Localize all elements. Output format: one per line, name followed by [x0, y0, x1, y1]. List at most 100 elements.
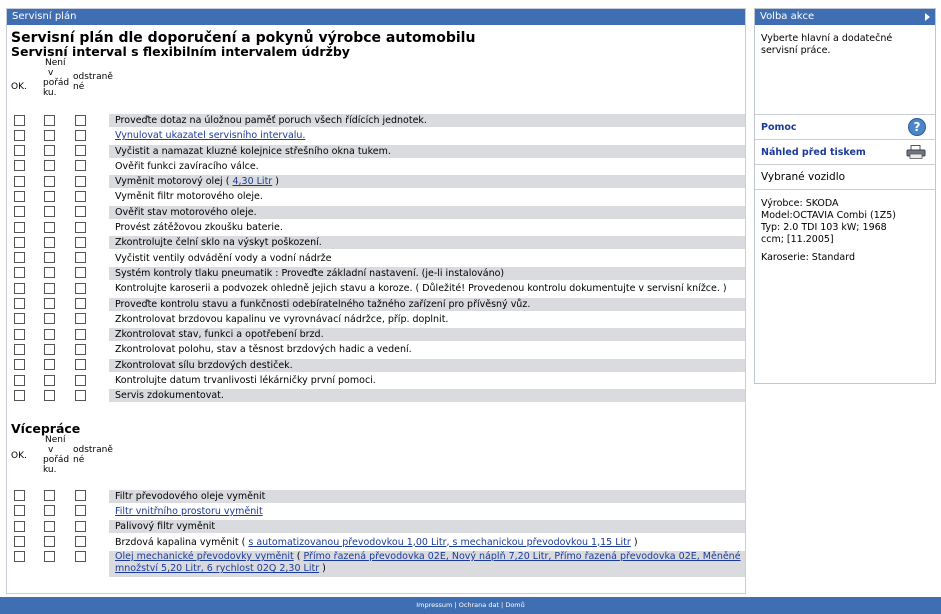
fixed-checkbox[interactable]	[75, 328, 86, 340]
ok-checkbox[interactable]	[14, 236, 25, 248]
not-ok-checkbox[interactable]	[44, 389, 55, 401]
not-ok-checkbox[interactable]	[44, 114, 55, 126]
row-label: Provést zátěžovou zkoušku baterie.	[109, 221, 745, 234]
fixed-checkbox[interactable]	[75, 221, 86, 233]
extra-work-title: Vícepráce	[11, 420, 81, 436]
not-ok-checkbox[interactable]	[44, 343, 55, 355]
fixed-checkbox[interactable]	[75, 536, 86, 548]
fixed-checkbox[interactable]	[75, 129, 86, 141]
not-ok-checkbox[interactable]	[44, 313, 55, 325]
not-ok-checkbox[interactable]	[44, 490, 55, 502]
print-icon[interactable]	[906, 145, 926, 159]
not-ok-checkbox[interactable]	[44, 206, 55, 218]
fixed-checkbox[interactable]	[75, 343, 86, 355]
help-label: Pomoc	[761, 122, 797, 133]
ok-checkbox[interactable]	[14, 252, 25, 264]
ok-checkbox[interactable]	[14, 551, 25, 563]
ok-checkbox[interactable]	[14, 374, 25, 386]
ok-checkbox[interactable]	[14, 267, 25, 279]
not-ok-checkbox[interactable]	[44, 129, 55, 141]
ok-checkbox[interactable]	[14, 520, 25, 532]
table-row: Zkontrolovat polohu, stav a těsnost brzd…	[7, 342, 745, 357]
fixed-checkbox[interactable]	[75, 520, 86, 532]
fixed-checkbox[interactable]	[75, 389, 86, 401]
ok-checkbox[interactable]	[14, 129, 25, 141]
row-text: Vyměnit filtr motorového oleje.	[115, 191, 263, 203]
row-text: Filtr převodového oleje vyměnit	[115, 490, 266, 502]
table-row: Filtr převodového oleje vyměnit	[7, 489, 745, 504]
ok-checkbox[interactable]	[14, 328, 25, 340]
table-row: Zkontrolujte čelní sklo na výskyt poškoz…	[7, 235, 745, 250]
fixed-checkbox[interactable]	[75, 160, 86, 172]
ok-checkbox[interactable]	[14, 160, 25, 172]
not-ok-checkbox[interactable]	[44, 145, 55, 157]
col-ok-label: OK.	[11, 450, 27, 461]
fixed-checkbox[interactable]	[75, 145, 86, 157]
not-ok-checkbox[interactable]	[44, 267, 55, 279]
row-link[interactable]: s automatizovanou převodovkou 1,00 Litr,…	[248, 537, 630, 548]
fixed-checkbox[interactable]	[75, 282, 86, 294]
ok-checkbox[interactable]	[14, 359, 25, 371]
row-text: Vyčistit a namazat kluzné kolejnice stře…	[115, 145, 391, 157]
not-ok-checkbox[interactable]	[44, 175, 55, 187]
not-ok-checkbox[interactable]	[44, 505, 55, 517]
fixed-checkbox[interactable]	[75, 313, 86, 325]
fixed-checkbox[interactable]	[75, 175, 86, 187]
fixed-checkbox[interactable]	[75, 114, 86, 126]
row-link[interactable]: 4,30 Litr	[232, 176, 272, 187]
sidebar-description: Vyberte hlavní a dodatečné servisní prác…	[755, 25, 935, 115]
not-ok-checkbox[interactable]	[44, 236, 55, 248]
ok-checkbox[interactable]	[14, 490, 25, 502]
ok-checkbox[interactable]	[14, 343, 25, 355]
print-preview-link[interactable]: Náhled před tiskem	[755, 140, 935, 165]
fixed-checkbox[interactable]	[75, 505, 86, 517]
fixed-checkbox[interactable]	[75, 551, 86, 563]
not-ok-checkbox[interactable]	[44, 221, 55, 233]
not-ok-checkbox[interactable]	[44, 298, 55, 310]
fixed-checkbox[interactable]	[75, 490, 86, 502]
fixed-checkbox[interactable]	[75, 359, 86, 371]
fixed-checkbox[interactable]	[75, 252, 86, 264]
row-link[interactable]: Olej mechanické převodovky vyměnit	[115, 551, 294, 562]
ok-checkbox[interactable]	[14, 313, 25, 325]
row-link[interactable]: Vynulovat ukazatel servisního intervalu.	[115, 130, 305, 141]
help-icon[interactable]: ?	[908, 118, 926, 136]
fixed-checkbox[interactable]	[75, 298, 86, 310]
not-ok-checkbox[interactable]	[44, 252, 55, 264]
not-ok-checkbox[interactable]	[44, 359, 55, 371]
vehicle-manufacturer: Výrobce: SKODA	[761, 198, 839, 209]
footer[interactable]: Impressum | Ochrana dat | Domů	[0, 597, 941, 614]
ok-checkbox[interactable]	[14, 114, 25, 126]
row-label: Zkontrolovat polohu, stav a těsnost brzd…	[109, 343, 745, 356]
fixed-checkbox[interactable]	[75, 236, 86, 248]
not-ok-checkbox[interactable]	[44, 536, 55, 548]
row-label: Vyčistit ventily odvádění vody a vodní n…	[109, 252, 745, 265]
ok-checkbox[interactable]	[14, 190, 25, 202]
ok-checkbox[interactable]	[14, 206, 25, 218]
not-ok-checkbox[interactable]	[44, 282, 55, 294]
not-ok-checkbox[interactable]	[44, 374, 55, 386]
not-ok-checkbox[interactable]	[44, 520, 55, 532]
col-ok-label: OK.	[11, 82, 27, 92]
ok-checkbox[interactable]	[14, 145, 25, 157]
ok-checkbox[interactable]	[14, 505, 25, 517]
fixed-checkbox[interactable]	[75, 206, 86, 218]
ok-checkbox[interactable]	[14, 282, 25, 294]
not-ok-checkbox[interactable]	[44, 160, 55, 172]
row-link[interactable]: Filtr vnitřního prostoru vyměnit	[115, 506, 263, 517]
help-link[interactable]: Pomoc ?	[755, 115, 935, 140]
ok-checkbox[interactable]	[14, 221, 25, 233]
fixed-checkbox[interactable]	[75, 374, 86, 386]
not-ok-checkbox[interactable]	[44, 328, 55, 340]
fixed-checkbox[interactable]	[75, 267, 86, 279]
fixed-checkbox[interactable]	[75, 190, 86, 202]
ok-checkbox[interactable]	[14, 175, 25, 187]
arrow-right-icon[interactable]	[925, 13, 930, 21]
not-ok-checkbox[interactable]	[44, 551, 55, 563]
ok-checkbox[interactable]	[14, 298, 25, 310]
sidebar-header[interactable]: Volba akce	[755, 9, 935, 25]
ok-checkbox[interactable]	[14, 389, 25, 401]
ok-checkbox[interactable]	[14, 536, 25, 548]
not-ok-checkbox[interactable]	[44, 190, 55, 202]
col-odstranene-label: odstraně né	[73, 72, 113, 92]
